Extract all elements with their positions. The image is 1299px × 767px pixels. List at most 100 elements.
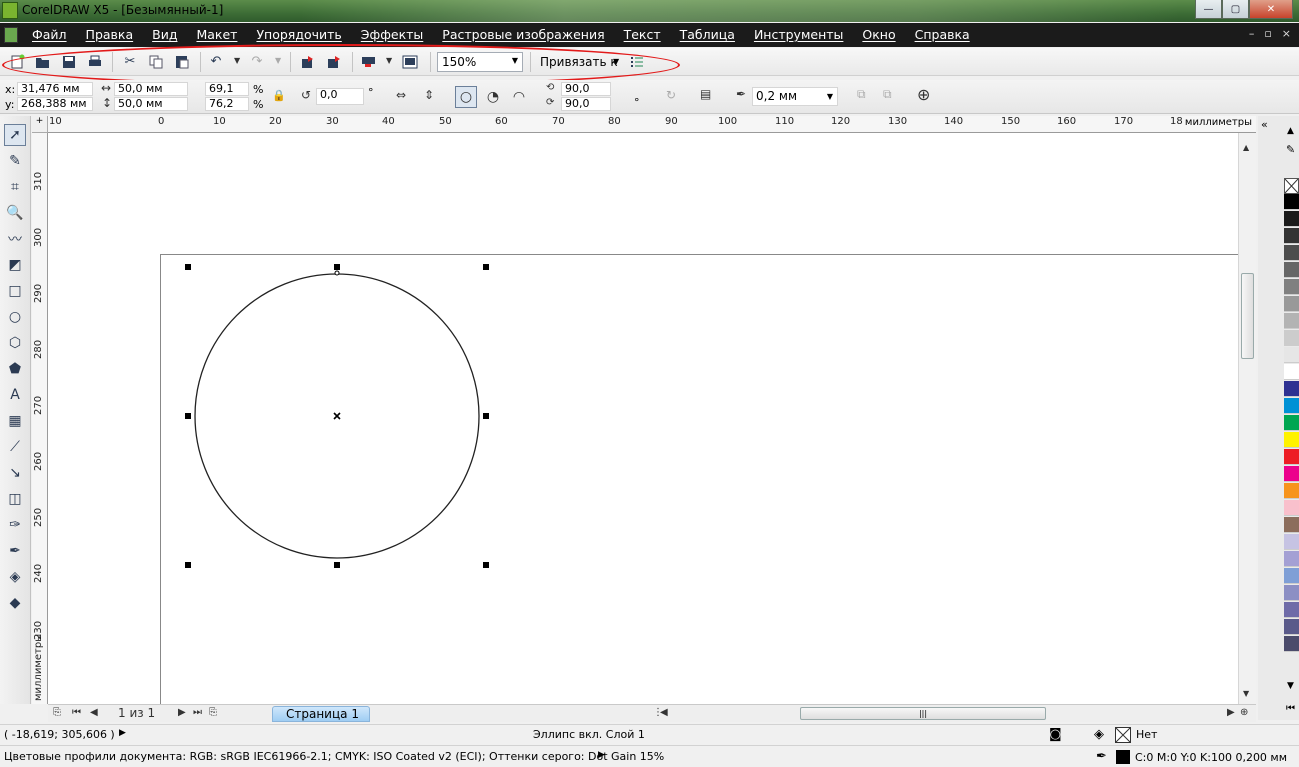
document-icon[interactable]: [4, 27, 18, 43]
color-swatch[interactable]: [1284, 262, 1299, 278]
height-field[interactable]: 50,0 мм: [114, 97, 188, 111]
mirror-horizontal-icon[interactable]: ⇔: [396, 88, 406, 102]
pie-shape-button[interactable]: ◔: [482, 86, 504, 108]
handle-top-right[interactable]: [483, 264, 489, 270]
color-swatch[interactable]: [1284, 568, 1299, 584]
open-icon[interactable]: [34, 53, 52, 70]
add-page-icon[interactable]: ⎘: [209, 707, 217, 718]
freehand-tool-icon[interactable]: 〰: [4, 228, 26, 250]
prev-page-icon[interactable]: ◀: [90, 707, 98, 718]
color-swatch[interactable]: [1284, 279, 1299, 295]
handle-top-center[interactable]: [334, 264, 340, 270]
snap-options-icon[interactable]: [628, 53, 646, 70]
color-swatch[interactable]: [1284, 398, 1299, 414]
undo-dropdown-icon[interactable]: ▼: [234, 56, 240, 65]
color-swatch[interactable]: [1284, 636, 1299, 652]
handle-bottom-center[interactable]: [334, 562, 340, 568]
doc-restore-button[interactable]: ▫: [1264, 27, 1271, 40]
menu-window[interactable]: Окно: [862, 27, 895, 42]
menu-bitmaps[interactable]: Растровые изображения: [442, 27, 604, 42]
lock-ratio-icon[interactable]: 🔒: [272, 89, 286, 102]
profiles-expand-icon[interactable]: ▶: [598, 750, 605, 760]
color-swatch[interactable]: [1284, 483, 1299, 499]
wrap-text-icon[interactable]: ▤: [700, 87, 711, 101]
handle-bottom-right[interactable]: [483, 562, 489, 568]
application-launcher-icon[interactable]: [360, 53, 378, 70]
connector-tool-icon[interactable]: ↘: [4, 462, 26, 484]
color-swatch[interactable]: [1284, 245, 1299, 261]
menu-view[interactable]: Вид: [152, 27, 177, 42]
cut-icon[interactable]: ✂: [121, 53, 139, 70]
x-position-field[interactable]: 31,476 мм: [17, 82, 93, 96]
palette-flyout-icon[interactable]: ⏮: [1286, 703, 1295, 714]
color-swatch[interactable]: [1284, 466, 1299, 482]
menu-help[interactable]: Справка: [915, 27, 970, 42]
handle-bottom-left[interactable]: [185, 562, 191, 568]
doc-minimize-button[interactable]: –: [1249, 27, 1255, 40]
basic-shapes-tool-icon[interactable]: ⬟: [4, 358, 26, 380]
coreldraw-app-icon[interactable]: [2, 2, 18, 19]
width-field[interactable]: 50,0 мм: [114, 82, 188, 96]
handle-middle-right[interactable]: [483, 413, 489, 419]
polygon-tool-icon[interactable]: ⬡: [4, 332, 26, 354]
drawing-canvas[interactable]: [48, 133, 1238, 704]
color-swatch[interactable]: [1284, 313, 1299, 329]
snap-target-icon[interactable]: ⊕: [917, 85, 930, 104]
no-fill-indicator-icon[interactable]: [1115, 727, 1131, 743]
collapse-dockers-icon[interactable]: «: [1261, 118, 1268, 131]
menu-text[interactable]: Текст: [624, 27, 661, 42]
color-swatch[interactable]: [1284, 347, 1299, 363]
color-swatch[interactable]: [1284, 432, 1299, 448]
coords-expand-icon[interactable]: ▶: [119, 728, 126, 738]
color-swatch[interactable]: [1284, 228, 1299, 244]
handle-top-left[interactable]: [185, 264, 191, 270]
color-swatch[interactable]: [1284, 211, 1299, 227]
import-icon[interactable]: [299, 53, 317, 70]
no-fill-swatch[interactable]: [1284, 178, 1299, 194]
color-swatch[interactable]: [1284, 517, 1299, 533]
color-swatch[interactable]: [1284, 585, 1299, 601]
snap-to-button[interactable]: Привязать к: [540, 55, 618, 69]
menu-edit[interactable]: Правка: [86, 27, 134, 42]
handle-middle-left[interactable]: [185, 413, 191, 419]
paste-icon[interactable]: [173, 53, 191, 70]
navigator-icon[interactable]: ⊕: [1240, 707, 1248, 718]
first-page-icon[interactable]: ⏮: [72, 707, 81, 718]
menu-layout[interactable]: Макет: [196, 27, 237, 42]
rotation-field[interactable]: 0,0: [316, 88, 364, 105]
vertical-scrollbar[interactable]: ▲ ▼: [1238, 133, 1256, 704]
color-swatch[interactable]: [1284, 296, 1299, 312]
ellipse-node[interactable]: [334, 270, 340, 276]
direction-icon[interactable]: ↻: [666, 88, 676, 102]
doc-close-button[interactable]: ×: [1282, 27, 1291, 40]
start-angle-field[interactable]: 90,0: [561, 82, 611, 96]
scale-y-field[interactable]: 76,2: [205, 97, 249, 111]
ruler-origin[interactable]: +: [32, 116, 48, 133]
zoom-tool-icon[interactable]: 🔍: [4, 202, 26, 224]
color-proof-icon[interactable]: ◙: [1049, 727, 1062, 742]
scroll-up-icon[interactable]: ▲: [1243, 143, 1249, 152]
outline-tool-icon[interactable]: ✒: [4, 540, 26, 562]
color-swatch[interactable]: [1284, 500, 1299, 516]
palette-eyedropper-icon[interactable]: ✎: [1286, 143, 1295, 156]
text-tool-icon[interactable]: A: [4, 384, 26, 406]
print-icon[interactable]: [86, 53, 104, 70]
outline-color-swatch[interactable]: [1116, 750, 1130, 764]
launcher-dropdown-icon[interactable]: ▼: [386, 56, 392, 65]
zoom-level-combo[interactable]: 150% ▼: [437, 52, 523, 72]
vertical-ruler[interactable]: 310 300 290 280 270 260 250 240 230 милл…: [32, 133, 48, 704]
menu-tools[interactable]: Инструменты: [754, 27, 843, 42]
ellipse-tool-icon[interactable]: ○: [4, 306, 26, 328]
welcome-screen-icon[interactable]: [401, 53, 419, 70]
color-swatch[interactable]: [1284, 364, 1299, 380]
pick-tool-icon[interactable]: ➚: [4, 124, 26, 146]
drawing-surface[interactable]: [48, 133, 1238, 704]
minimize-button[interactable]: —: [1195, 0, 1222, 19]
next-page-icon[interactable]: ▶: [178, 707, 186, 718]
hscroll-right-icon[interactable]: ▶: [1227, 707, 1235, 718]
arc-shape-button[interactable]: ◠: [508, 86, 530, 108]
menu-effects[interactable]: Эффекты: [361, 27, 424, 42]
eyedropper-tool-icon[interactable]: ✑: [4, 514, 26, 536]
color-swatch[interactable]: [1284, 415, 1299, 431]
hscroll-left-icon[interactable]: ◀: [660, 707, 668, 718]
